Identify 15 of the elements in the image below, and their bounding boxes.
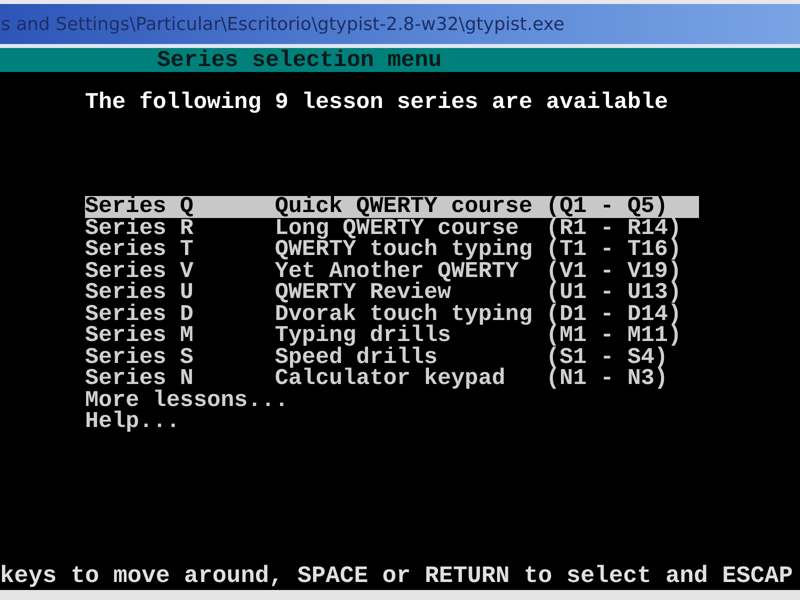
- window-title: s and Settings\Particular\Escritorio\gtypist-2.8-w32\gtypist.exe: [1, 14, 564, 34]
- menu-item[interactable]: Series U QWERTY Review (U1 - U13): [85, 282, 682, 304]
- menu-item[interactable]: Help...: [85, 411, 180, 432]
- menu-item[interactable]: Series V Yet Another QWERTY (V1 - V19): [85, 260, 682, 282]
- menu-item[interactable]: Series T QWERTY touch typing (T1 - T16): [85, 239, 682, 260]
- status-line: keys to move around, SPACE or RETURN to select and ESCAP: [0, 566, 794, 588]
- menu-item[interactable]: Series M Typing drills (M1 - M11): [85, 325, 682, 346]
- intro-text: The following 9 lesson series are available: [84, 90, 670, 114]
- menu-item[interactable]: Series Q Quick QWERTY course (Q1 - Q5): [85, 196, 699, 218]
- menu-item[interactable]: More lessons...: [85, 390, 288, 411]
- menu-item[interactable]: Series D Dvorak touch typing (D1 - D14): [85, 304, 682, 325]
- menu-item[interactable]: Series N Calculator keypad (N1 - N3): [85, 368, 668, 390]
- menu-item[interactable]: Series R Long QWERTY course (R1 - R14): [85, 218, 682, 239]
- menu-header: Series selection menu: [0, 48, 800, 72]
- menu-item[interactable]: Series S Speed drills (S1 - S4): [85, 346, 668, 368]
